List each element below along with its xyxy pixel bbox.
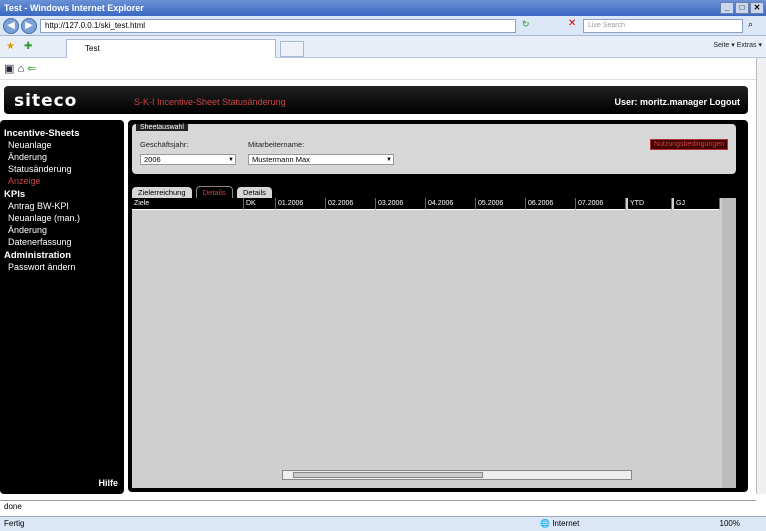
sidebar-section-admin: Administration xyxy=(4,250,72,261)
sidebar: Incentive-Sheets Neuanlage Änderung Stat… xyxy=(0,120,124,494)
table-horizontal-scrollbar[interactable] xyxy=(282,470,632,480)
sidebar-item-passwort[interactable]: Passwort ändern xyxy=(4,261,120,273)
sidebar-item-aenderung[interactable]: Änderung xyxy=(4,151,120,163)
sidebar-item-neuanlage-man[interactable]: Neuanlage (man.) xyxy=(4,212,120,224)
main-panel: Sheetauswahl Geschäftsjahr: 2006 ▼ Mitarb… xyxy=(128,120,748,492)
status-line: done xyxy=(0,500,756,512)
help-link[interactable]: Hilfe xyxy=(98,478,118,488)
details-table: Ziele DK 01.2006 02.2006 03.2006 04.2006… xyxy=(132,198,722,488)
sidebar-item-kpi-aenderung[interactable]: Änderung xyxy=(4,224,120,236)
back-arrow-icon[interactable]: ⇐ xyxy=(27,63,36,75)
zone-label: Internet xyxy=(552,519,580,528)
col-header: 07.2006 xyxy=(576,198,626,210)
table-vertical-scrollbar[interactable] xyxy=(722,198,736,488)
toolbar-right[interactable]: Seite ▾ Extras ▾ xyxy=(713,41,762,49)
detail-tabs: Zielerreichung Details Details xyxy=(132,186,274,199)
sheet-selection: Sheetauswahl Geschäftsjahr: 2006 ▼ Mitarb… xyxy=(132,124,736,174)
zoom-level[interactable]: 100% xyxy=(720,519,740,528)
sidebar-item-anzeige[interactable]: Anzeige xyxy=(4,175,120,187)
year-label: Geschäftsjahr: xyxy=(140,140,189,149)
url-input[interactable]: http://127.0.0.1/ski_test.html xyxy=(40,19,516,33)
col-header: 06.2006 xyxy=(526,198,576,210)
status-text: Fertig xyxy=(4,519,25,528)
terms-link[interactable]: Nutzungsbedingungen xyxy=(649,139,728,150)
app-header: siteco S-K-I Incentive-Sheet Statusänder… xyxy=(4,86,748,114)
col-header: DK xyxy=(244,198,276,210)
sidebar-section-incentive: Incentive-Sheets xyxy=(4,128,80,139)
browser-tabs: ★ ✚ Test Seite ▾ Extras ▾ xyxy=(0,36,766,58)
back-icon[interactable]: ◀ xyxy=(3,18,19,34)
security-zone: 🌐 Internet xyxy=(540,519,580,528)
sidebar-item-antrag[interactable]: Antrag BW-KPI xyxy=(4,200,120,212)
refresh-icon[interactable]: ↻ xyxy=(522,19,530,30)
col-header: 05.2006 xyxy=(476,198,526,210)
page: siteco S-K-I Incentive-Sheet Statusänder… xyxy=(0,80,756,494)
table-header: Ziele DK 01.2006 02.2006 03.2006 04.2006… xyxy=(132,198,722,210)
add-favorites-icon[interactable]: ✚ xyxy=(24,41,32,52)
col-header: Ziele xyxy=(132,198,244,210)
status-bar: Fertig 🌐 Internet 100% xyxy=(0,516,766,531)
col-header: 04.2006 xyxy=(426,198,476,210)
sidebar-item-neuanlage[interactable]: Neuanlage xyxy=(4,139,120,151)
siteco-logo: siteco xyxy=(14,91,78,111)
col-header: GJ xyxy=(674,198,720,210)
col-header: YTD xyxy=(628,198,672,210)
search-input[interactable]: Live Search xyxy=(583,19,743,33)
sidebar-section-kpis: KPIs xyxy=(4,189,26,200)
home-icon[interactable]: ⌂ xyxy=(17,63,24,75)
app-toolbar: ▣ ⌂ ⇐ xyxy=(0,58,756,80)
col-header: 02.2006 xyxy=(326,198,376,210)
new-tab-button[interactable] xyxy=(280,41,304,57)
favorites-star-icon[interactable]: ★ xyxy=(6,41,15,52)
sidebar-item-datenerfassung[interactable]: Datenerfassung xyxy=(4,236,120,248)
user-logout-link[interactable]: User: moritz.manager Logout xyxy=(614,97,740,107)
forward-icon[interactable]: ▶ xyxy=(21,18,37,34)
scroll-thumb[interactable] xyxy=(293,472,483,478)
minimize-button[interactable]: _ xyxy=(720,2,734,14)
window-title: Test - Windows Internet Explorer _ □ ✕ xyxy=(0,0,766,16)
page-title: S-K-I Incentive-Sheet Statusänderung xyxy=(134,97,286,107)
save-icon[interactable]: ▣ xyxy=(4,63,14,75)
search-icon[interactable]: ⌕ xyxy=(748,19,753,30)
stop-icon[interactable]: ✕ xyxy=(568,18,576,29)
sheet-selection-title: Sheetauswahl xyxy=(136,124,188,131)
employee-select[interactable]: Mustermann Max ▼ xyxy=(248,154,394,165)
maximize-button[interactable]: □ xyxy=(735,2,749,14)
year-select[interactable]: 2006 ▼ xyxy=(140,154,236,165)
employee-label: Mitarbeitername: xyxy=(248,140,305,149)
close-button[interactable]: ✕ xyxy=(750,2,764,14)
tab-zielerreichung[interactable]: Zielerreichung xyxy=(132,187,192,198)
sidebar-item-statusaenderung[interactable]: Statusänderung xyxy=(4,163,120,175)
col-header: 03.2006 xyxy=(376,198,426,210)
page-scrollbar[interactable] xyxy=(756,58,766,494)
col-header: 01.2006 xyxy=(276,198,326,210)
address-bar: ◀ ▶ http://127.0.0.1/ski_test.html ↻ ✕ L… xyxy=(0,16,766,36)
tab-test[interactable]: Test xyxy=(66,39,276,58)
tab-details[interactable]: Details xyxy=(236,187,272,198)
